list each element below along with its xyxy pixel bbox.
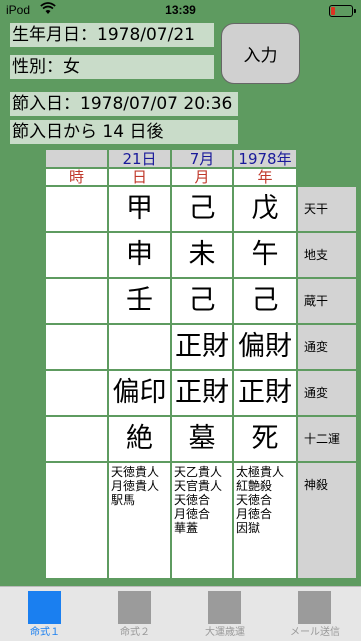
tab-label: 大運歳運 — [205, 627, 245, 638]
tab-icon — [28, 591, 61, 624]
cell-year-chishi: 午 — [234, 233, 296, 277]
cell-year-tenkan: 戊 — [234, 187, 296, 231]
cell-day-juniun: 絶 — [109, 417, 170, 461]
header-year: 年 — [234, 169, 296, 185]
cell-year-juniun: 死 — [234, 417, 296, 461]
cell-hour-tsuhen2 — [46, 371, 107, 415]
shinsatsu-item: 天徳合 — [174, 493, 211, 507]
header-month-date: 7月 — [172, 150, 232, 168]
cell-year-zoukan: 己 — [234, 279, 296, 323]
cell-hour-zoukan — [46, 279, 107, 323]
setsuiri-label: 節入日：1978/07/07 20:36 — [10, 92, 238, 116]
cell-day-shinsatsu: 天徳貴人 月徳貴人 駅馬 — [109, 463, 170, 578]
header-year-date: 1978年 — [234, 150, 296, 168]
row-label-zoukan: 蔵干 — [298, 279, 356, 323]
shinsatsu-item: 因獄 — [236, 521, 261, 535]
cell-hour-tenkan — [46, 187, 107, 231]
shinsatsu-item: 天乙貴人 — [174, 465, 223, 479]
cell-hour-juniun — [46, 417, 107, 461]
row-label-tsuhen1: 通変 — [298, 325, 356, 369]
cell-month-tenkan: 己 — [172, 187, 232, 231]
cell-year-tsuhen2: 正財 — [234, 371, 296, 415]
shinsatsu-item: 天官貴人 — [174, 479, 223, 493]
shinsatsu-item: 月徳合 — [174, 507, 211, 521]
cell-month-tsuhen1: 正財 — [172, 325, 232, 369]
cell-hour-shinsatsu — [46, 463, 107, 578]
row-label-juniun: 十二運 — [298, 417, 356, 461]
cell-day-tsuhen2: 偏印 — [109, 371, 170, 415]
cell-month-chishi: 未 — [172, 233, 232, 277]
tab-meishiki2[interactable]: 命式２ — [90, 587, 180, 641]
gender-label: 性別：女 — [10, 55, 214, 79]
row-label-chishi: 地支 — [298, 233, 356, 277]
cell-day-zoukan: 壬 — [109, 279, 170, 323]
tab-taiun[interactable]: 大運歳運 — [180, 587, 270, 641]
tab-label: メール送信 — [290, 627, 340, 638]
tab-icon — [298, 591, 331, 624]
cell-hour-tsuhen1 — [46, 325, 107, 369]
cell-month-shinsatsu: 天乙貴人 天官貴人 天徳合 月徳合 華蓋 — [172, 463, 232, 578]
tab-meishiki1[interactable]: 命式１ — [0, 587, 90, 641]
meishiki-table: 21日 7月 1978年 時 日 月 年 甲 己 戊 天干 申 未 午 地支 壬… — [46, 150, 356, 578]
cell-year-shinsatsu: 太極貴人 紅艶殺 天徳合 月徳合 因獄 — [234, 463, 296, 578]
shinsatsu-item: 天徳合 — [236, 493, 273, 507]
cell-month-tsuhen2: 正財 — [172, 371, 232, 415]
shinsatsu-item: 華蓋 — [174, 521, 199, 535]
cell-month-juniun: 墓 — [172, 417, 232, 461]
tab-bar: 命式１ 命式２ 大運歳運 メール送信 — [0, 586, 361, 641]
tab-label: 命式１ — [30, 627, 60, 638]
tab-icon — [118, 591, 151, 624]
shinsatsu-item: 月徳貴人 — [111, 479, 160, 493]
header-day: 日 — [109, 169, 170, 185]
header-month: 月 — [172, 169, 232, 185]
birth-date-label: 生年月日：1978/07/21 — [10, 23, 214, 47]
days-after-label: 節入日から 14 日後 — [10, 120, 238, 144]
header-hour: 時 — [46, 169, 107, 185]
cell-year-tsuhen1: 偏財 — [234, 325, 296, 369]
header-hour-date — [46, 150, 107, 167]
cell-day-tenkan: 甲 — [109, 187, 170, 231]
clock: 13:39 — [165, 3, 196, 17]
row-label-tenkan: 天干 — [298, 187, 356, 231]
tab-mail[interactable]: メール送信 — [270, 587, 360, 641]
header-day-date: 21日 — [109, 150, 170, 168]
cell-day-chishi: 申 — [109, 233, 170, 277]
tab-icon — [208, 591, 241, 624]
tab-label: 命式２ — [120, 627, 150, 638]
status-bar: iPod 13:39 — [0, 0, 361, 20]
row-label-shinsatsu: 神殺 — [298, 463, 356, 578]
shinsatsu-item: 紅艶殺 — [236, 479, 273, 493]
cell-hour-chishi — [46, 233, 107, 277]
shinsatsu-item: 駅馬 — [111, 493, 136, 507]
shinsatsu-item: 太極貴人 — [236, 465, 285, 479]
shinsatsu-item: 月徳合 — [236, 507, 273, 521]
battery-icon — [329, 5, 356, 17]
shinsatsu-item: 天徳貴人 — [111, 465, 160, 479]
cell-day-tsuhen1 — [109, 325, 170, 369]
input-button[interactable]: 入力 — [221, 23, 300, 84]
row-label-tsuhen2: 通変 — [298, 371, 356, 415]
cell-month-zoukan: 己 — [172, 279, 232, 323]
